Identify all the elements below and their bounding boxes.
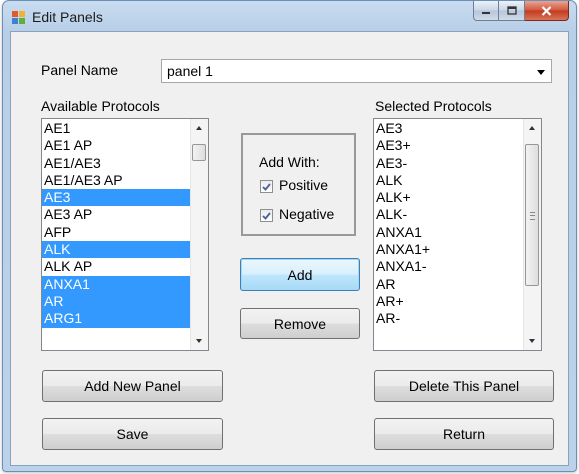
available-list-scrollbar[interactable]	[190, 119, 208, 350]
list-item[interactable]: ANXA1+	[374, 241, 524, 258]
list-item[interactable]: AE1	[42, 120, 191, 137]
negative-checkbox[interactable]	[260, 209, 273, 222]
app-icon	[12, 11, 25, 24]
edit-panels-window: Edit Panels Panel Name panel 1 Available…	[2, 0, 577, 472]
negative-label[interactable]: Negative	[279, 206, 334, 222]
positive-checkbox[interactable]	[260, 180, 273, 193]
grip-icon	[530, 212, 535, 220]
scroll-down-arrow-icon[interactable]	[529, 339, 535, 343]
scroll-down-arrow-icon[interactable]	[196, 339, 202, 343]
add-with-group: Add With: Positive Negative	[241, 133, 356, 236]
delete-this-panel-button[interactable]: Delete This Panel	[374, 370, 554, 402]
add-with-label: Add With:	[259, 154, 320, 170]
list-item[interactable]: AE3	[42, 189, 191, 207]
list-item[interactable]: AFP	[42, 224, 191, 241]
list-item[interactable]: AR-	[374, 310, 524, 327]
add-button[interactable]: Add	[240, 258, 360, 291]
list-item[interactable]: AR+	[374, 293, 524, 310]
maximize-icon	[506, 6, 517, 15]
panel-name-combobox[interactable]: panel 1	[161, 59, 552, 83]
list-item[interactable]: ALK AP	[42, 258, 191, 275]
list-item[interactable]: ANXA1	[374, 224, 524, 241]
list-item[interactable]: ANXA1	[42, 275, 191, 293]
list-item[interactable]: AE3 AP	[42, 206, 191, 223]
list-item[interactable]: AR	[374, 276, 524, 293]
list-item[interactable]: AE3	[374, 120, 524, 137]
selected-protocols-items: AE3 AE3+ AE3- ALK ALK+ ALK- ANXA1 ANXA1+ ANXA1- A…	[374, 120, 524, 328]
add-new-panel-button[interactable]: Add New Panel	[42, 370, 223, 402]
minimize-button[interactable]	[473, 1, 499, 21]
checkmark-icon	[262, 182, 271, 191]
list-item[interactable]: ALK	[374, 172, 524, 189]
list-item[interactable]: AE1/AE3 AP	[42, 172, 191, 189]
list-item[interactable]: AR	[42, 292, 191, 311]
list-item[interactable]: ALK-	[374, 206, 524, 223]
window-title: Edit Panels	[32, 9, 103, 25]
list-item[interactable]: ALK+	[374, 189, 524, 206]
close-button[interactable]	[525, 1, 569, 21]
list-item[interactable]: AE1 AP	[42, 137, 191, 154]
minimize-icon	[482, 11, 490, 14]
panel-name-label: Panel Name	[41, 62, 119, 78]
title-bar[interactable]: Edit Panels	[3, 1, 576, 31]
remove-button[interactable]: Remove	[240, 308, 360, 339]
panel-name-value: panel 1	[167, 63, 213, 79]
list-item[interactable]: ARG1	[42, 310, 191, 328]
close-icon	[541, 5, 552, 16]
chevron-down-icon[interactable]	[537, 70, 545, 75]
selected-protocols-list[interactable]: AE3 AE3+ AE3- ALK ALK+ ALK- ANXA1 ANXA1+ ANXA1- A…	[373, 118, 542, 351]
save-button[interactable]: Save	[42, 418, 223, 450]
positive-label[interactable]: Positive	[279, 177, 328, 193]
return-button[interactable]: Return	[374, 418, 554, 450]
list-item[interactable]: AE3+	[374, 137, 524, 154]
scroll-thumb[interactable]	[192, 144, 206, 161]
list-item[interactable]: ALK	[42, 241, 191, 259]
maximize-button[interactable]	[499, 1, 525, 21]
selected-protocols-label: Selected Protocols	[375, 98, 492, 114]
caption-buttons	[473, 1, 569, 22]
scroll-thumb[interactable]	[525, 144, 539, 286]
list-item[interactable]: AE3-	[374, 155, 524, 172]
selected-list-scrollbar[interactable]	[523, 119, 541, 350]
available-protocols-items: AE1 AE1 AP AE1/AE3 AE1/AE3 AP AE3 AE3 AP AFP AL…	[42, 120, 191, 328]
available-protocols-list[interactable]: AE1 AE1 AP AE1/AE3 AE1/AE3 AP AE3 AE3 AP AFP AL…	[41, 118, 209, 351]
checkmark-icon	[262, 211, 271, 220]
dialog-client-area: Panel Name panel 1 Available Protocols A…	[10, 31, 569, 466]
list-item[interactable]: AE1/AE3	[42, 155, 191, 172]
list-item[interactable]: ANXA1-	[374, 258, 524, 275]
scroll-up-arrow-icon[interactable]	[529, 126, 535, 130]
available-protocols-label: Available Protocols	[41, 98, 160, 114]
scroll-up-arrow-icon[interactable]	[196, 126, 202, 130]
